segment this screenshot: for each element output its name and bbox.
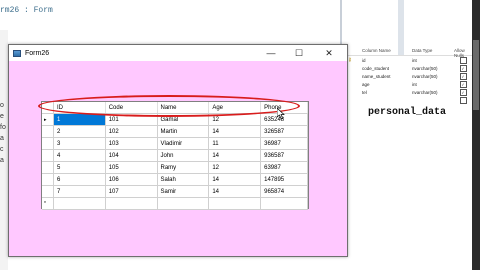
data-grid-view[interactable]: ID Code Name Age Phone ▸ 1 101 Gamal 12 … (41, 101, 309, 210)
designer-header: Column Name Data Type Allow Nulls (348, 48, 472, 58)
row-header[interactable] (42, 125, 54, 138)
grid-cell[interactable] (208, 197, 262, 210)
grid-cell[interactable]: 2 (53, 125, 106, 138)
col-name-header: Column Name (362, 48, 391, 53)
new-row[interactable]: * (42, 197, 308, 210)
allow-nulls-checkbox[interactable]: ✓ (459, 88, 467, 96)
maximize-button[interactable]: ☐ (287, 45, 311, 61)
grid-cell[interactable]: 105 (105, 161, 158, 174)
designer-row[interactable]: code_student nvarchar(50) ✓ (348, 64, 472, 72)
grid-cell[interactable]: 107 (105, 185, 158, 198)
grid-cell[interactable]: 11 (208, 137, 262, 150)
grid-cell[interactable]: 104 (105, 149, 158, 162)
grid-cell[interactable]: Ramy (157, 161, 210, 174)
data-type-header: Data Type (412, 48, 433, 53)
row-header[interactable] (42, 149, 54, 162)
grid-cell[interactable] (53, 197, 106, 210)
grid-cell[interactable]: 7 (53, 185, 106, 198)
grid-cell[interactable]: Salah (157, 173, 210, 186)
close-icon: ✕ (325, 47, 333, 58)
grid-cell[interactable] (105, 197, 158, 210)
designer-row[interactable]: tel nvarchar(50) ✓ (348, 88, 472, 96)
gutter-line: a (0, 157, 4, 164)
grid-table: ID Code Name Age Phone ▸ 1 101 Gamal 12 … (42, 102, 308, 210)
grid-cell[interactable]: 12 (208, 161, 262, 174)
grid-cell[interactable]: 936587 (260, 149, 308, 162)
grid-cell[interactable]: 14 (208, 185, 262, 198)
table-name-label: personal_data (368, 107, 447, 118)
ide-pane-divider-2 (398, 0, 404, 55)
mouse-cursor-icon (277, 108, 285, 119)
gutter-line: o (0, 102, 4, 109)
table-designer: Column Name Data Type Allow Nulls ⚷ id i… (348, 48, 472, 106)
current-row-indicator[interactable]: ▸ (42, 113, 54, 126)
scrollbar-thumb[interactable] (473, 40, 479, 110)
grid-cell[interactable]: 102 (105, 125, 158, 138)
minimize-icon: — (266, 48, 276, 58)
row-header[interactable] (42, 161, 54, 174)
designer-row[interactable] (348, 96, 472, 104)
maximize-icon: ☐ (294, 47, 304, 58)
gutter-line: e (0, 113, 4, 120)
table-row[interactable]: 5 105 Ramy 12 63987 (42, 161, 308, 174)
grid-cell[interactable]: 106 (105, 173, 158, 186)
ide-title: rm26 : Form (0, 6, 53, 15)
gutter-line: a (0, 135, 4, 142)
header-highlight-ellipse (38, 95, 300, 117)
grid-cell[interactable]: 326587 (260, 125, 308, 138)
minimize-button[interactable]: — (259, 45, 283, 61)
grid-cell[interactable]: 4 (53, 149, 106, 162)
designer-row[interactable]: age int ✓ (348, 80, 472, 88)
grid-cell[interactable]: 1 (53, 113, 106, 126)
designer-row[interactable]: ⚷ id int (348, 56, 472, 64)
grid-cell[interactable]: 147895 (260, 173, 308, 186)
grid-cell[interactable]: 36987 (260, 137, 308, 150)
window-titlebar[interactable]: Form26 — ☐ ✕ (9, 45, 347, 61)
row-header[interactable] (42, 173, 54, 186)
table-row[interactable]: 6 106 Salah 14 147895 (42, 173, 308, 186)
grid-cell[interactable]: 14 (208, 173, 262, 186)
table-row[interactable]: 4 104 John 14 936587 (42, 149, 308, 162)
allow-nulls-checkbox[interactable]: ✓ (459, 72, 467, 80)
grid-cell[interactable]: 14 (208, 149, 262, 162)
grid-cell[interactable]: 5 (53, 161, 106, 174)
grid-cell[interactable]: 6 (53, 173, 106, 186)
gutter-line: c (0, 146, 4, 153)
grid-cell[interactable]: 63987 (260, 161, 308, 174)
grid-cell[interactable]: 965874 (260, 185, 308, 198)
allow-nulls-checkbox[interactable] (459, 96, 467, 104)
row-header[interactable] (42, 137, 54, 150)
window-title: Form26 (25, 49, 50, 57)
form-window: Form26 — ☐ ✕ ID Code Name Age Phone ▸ 1 … (8, 44, 348, 257)
grid-cell[interactable]: 3 (53, 137, 106, 150)
form-app-icon (13, 49, 21, 57)
grid-cell[interactable]: 103 (105, 137, 158, 150)
new-row-indicator[interactable]: * (42, 197, 54, 210)
table-row[interactable]: 3 103 Vladimir 11 36987 (42, 137, 308, 150)
primary-key-icon: ⚷ (348, 57, 352, 63)
grid-cell[interactable] (157, 197, 210, 210)
grid-cell[interactable]: Samir (157, 185, 210, 198)
table-row[interactable]: 2 102 Martin 14 326587 (42, 125, 308, 138)
allow-nulls-checkbox[interactable]: ✓ (459, 64, 467, 72)
grid-cell[interactable]: John (157, 149, 210, 162)
grid-cell[interactable]: 14 (208, 125, 262, 138)
row-header[interactable] (42, 185, 54, 198)
close-button[interactable]: ✕ (317, 45, 341, 61)
grid-cell[interactable]: Martin (157, 125, 210, 138)
table-row[interactable]: 7 107 Samir 14 965874 (42, 185, 308, 198)
allow-nulls-checkbox[interactable] (459, 56, 467, 64)
gutter-line: fo (0, 124, 6, 131)
grid-cell[interactable]: Vladimir (157, 137, 210, 150)
designer-row[interactable]: name_student nvarchar(50) ✓ (348, 72, 472, 80)
allow-nulls-checkbox[interactable]: ✓ (459, 80, 467, 88)
allow-nulls-header: Allow Nulls (454, 48, 465, 58)
grid-cell[interactable] (260, 197, 308, 210)
ide-gutter: o e fo a c a (0, 100, 6, 166)
